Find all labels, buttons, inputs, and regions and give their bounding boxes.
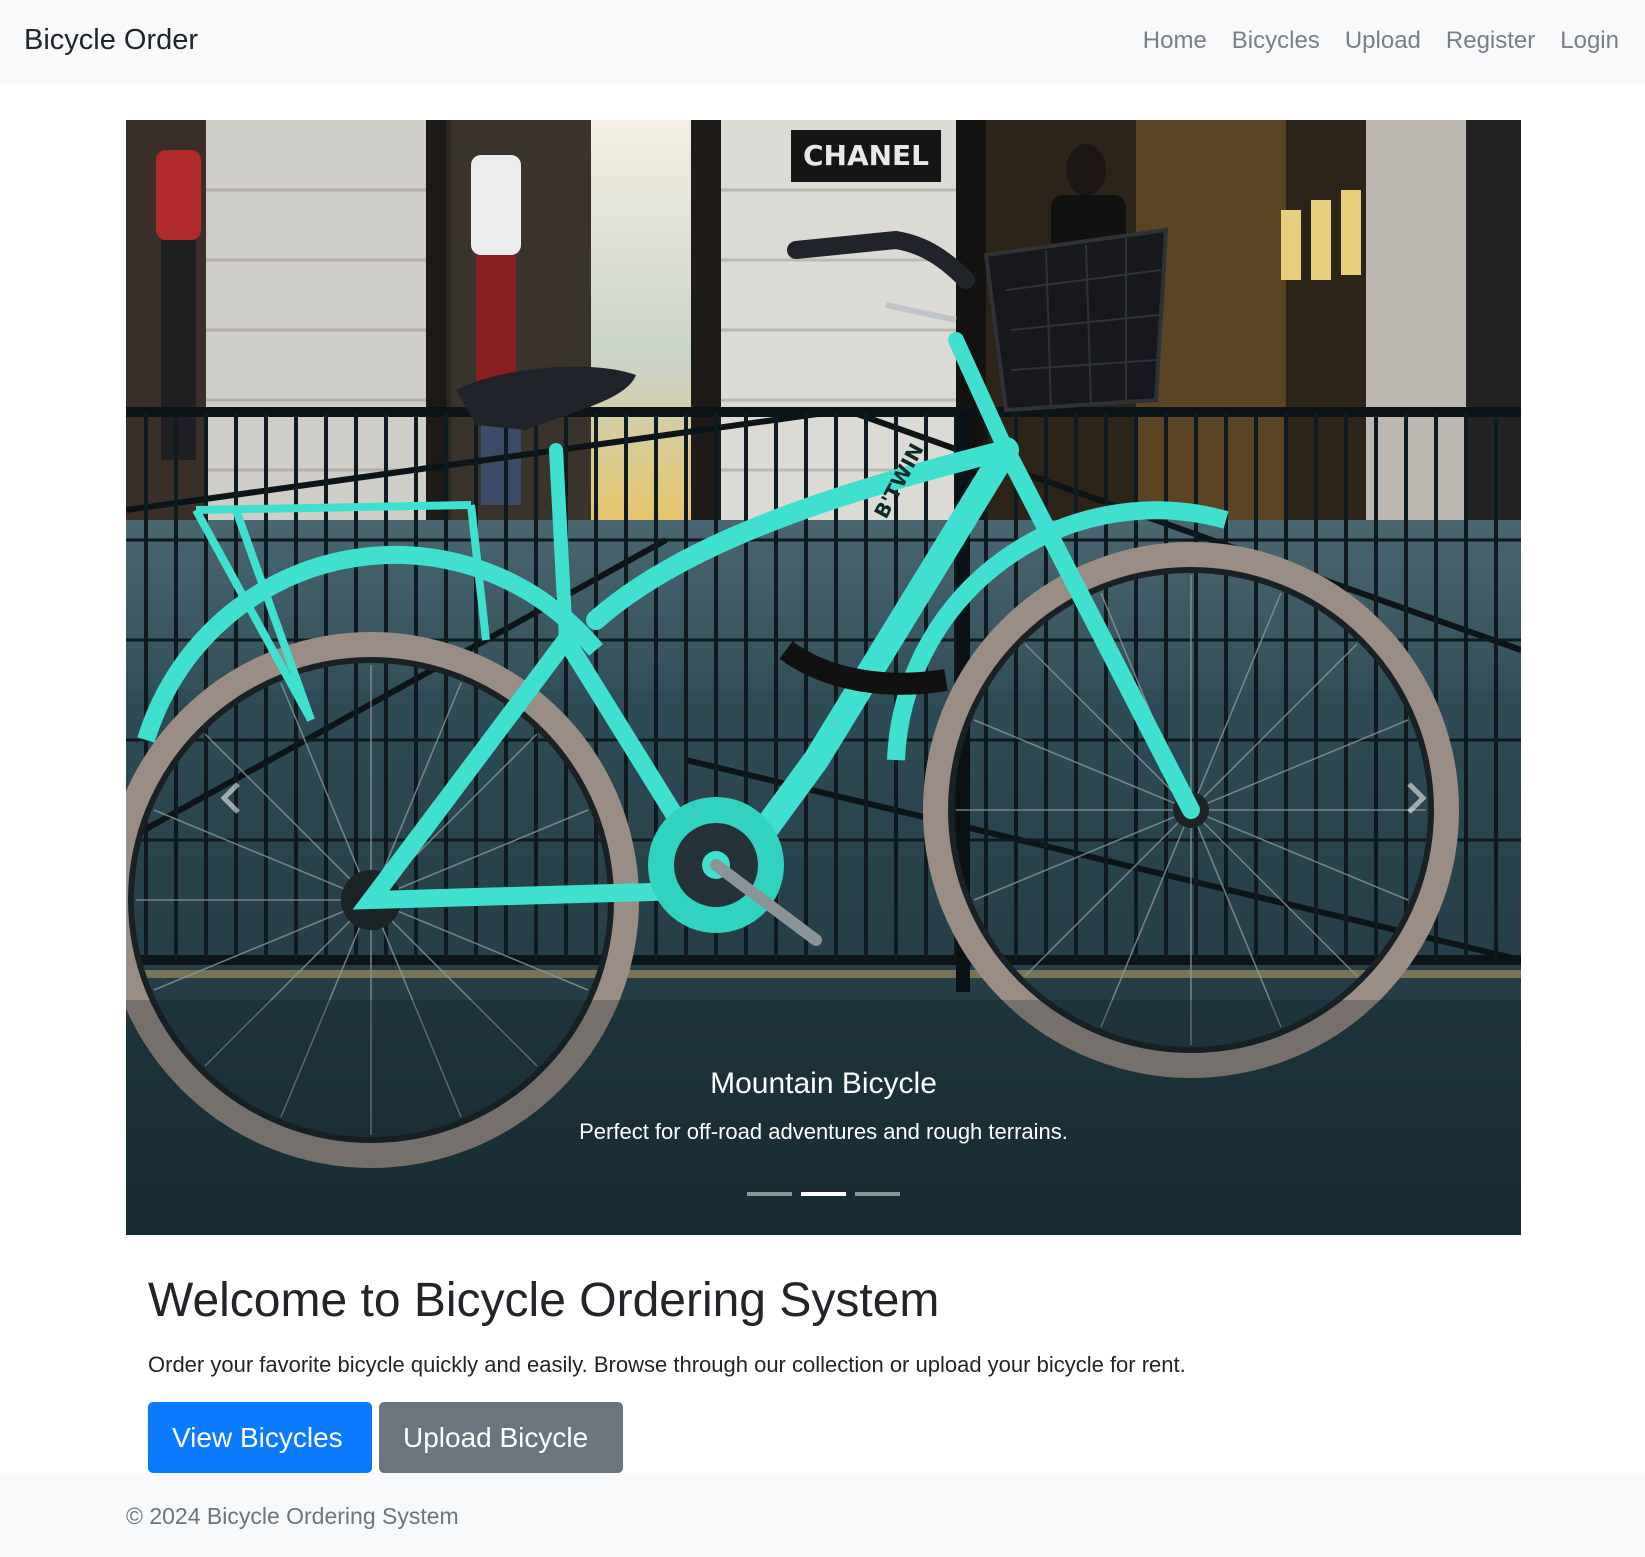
carousel-next-button[interactable] — [1386, 770, 1446, 830]
caption-title: Mountain Bicycle — [710, 1067, 937, 1100]
carousel-indicator-1[interactable] — [747, 1192, 792, 1196]
carousel-indicator-2[interactable] — [801, 1192, 846, 1196]
nav-home[interactable]: Home — [1143, 27, 1207, 55]
view-bicycles-button[interactable]: View Bicycles — [148, 1402, 372, 1473]
chevron-right-icon — [1405, 781, 1427, 820]
welcome-text: Order your favorite bicycle quickly and … — [148, 1352, 1186, 1377]
welcome-section: Welcome to Bicycle Ordering System Order… — [148, 1273, 1186, 1378]
hero-carousel: CHANEL B'TWIN Mountain Bicycle Perfect f… — [126, 120, 1521, 1235]
upload-bicycle-button[interactable]: Upload Bicycle — [379, 1402, 623, 1473]
brand-link[interactable]: Bicycle Order — [24, 24, 198, 57]
nav-upload[interactable]: Upload — [1345, 27, 1421, 55]
store-sign: CHANEL — [803, 139, 929, 172]
carousel-indicators — [126, 1192, 1521, 1196]
action-buttons: View Bicycles Upload Bicycle — [148, 1402, 623, 1473]
navbar: Bicycle Order Home Bicycles Upload Regis… — [0, 0, 1645, 84]
footer-copyright: © 2024 Bicycle Ordering System — [126, 1503, 459, 1529]
nav-register[interactable]: Register — [1446, 27, 1535, 55]
nav-login[interactable]: Login — [1560, 27, 1619, 55]
carousel-prev-button[interactable] — [201, 770, 261, 830]
carousel-caption: Mountain Bicycle Perfect for off-road ad… — [126, 1067, 1521, 1145]
footer: © 2024 Bicycle Ordering System — [0, 1473, 1645, 1557]
nav-bicycles[interactable]: Bicycles — [1232, 27, 1320, 55]
nav-links: Home Bicycles Upload Register Login — [1143, 27, 1619, 55]
page-title: Welcome to Bicycle Ordering System — [148, 1274, 940, 1327]
carousel-indicator-3[interactable] — [855, 1192, 900, 1196]
chevron-left-icon — [220, 781, 242, 820]
caption-text: Perfect for off-road adventures and roug… — [579, 1119, 1068, 1144]
